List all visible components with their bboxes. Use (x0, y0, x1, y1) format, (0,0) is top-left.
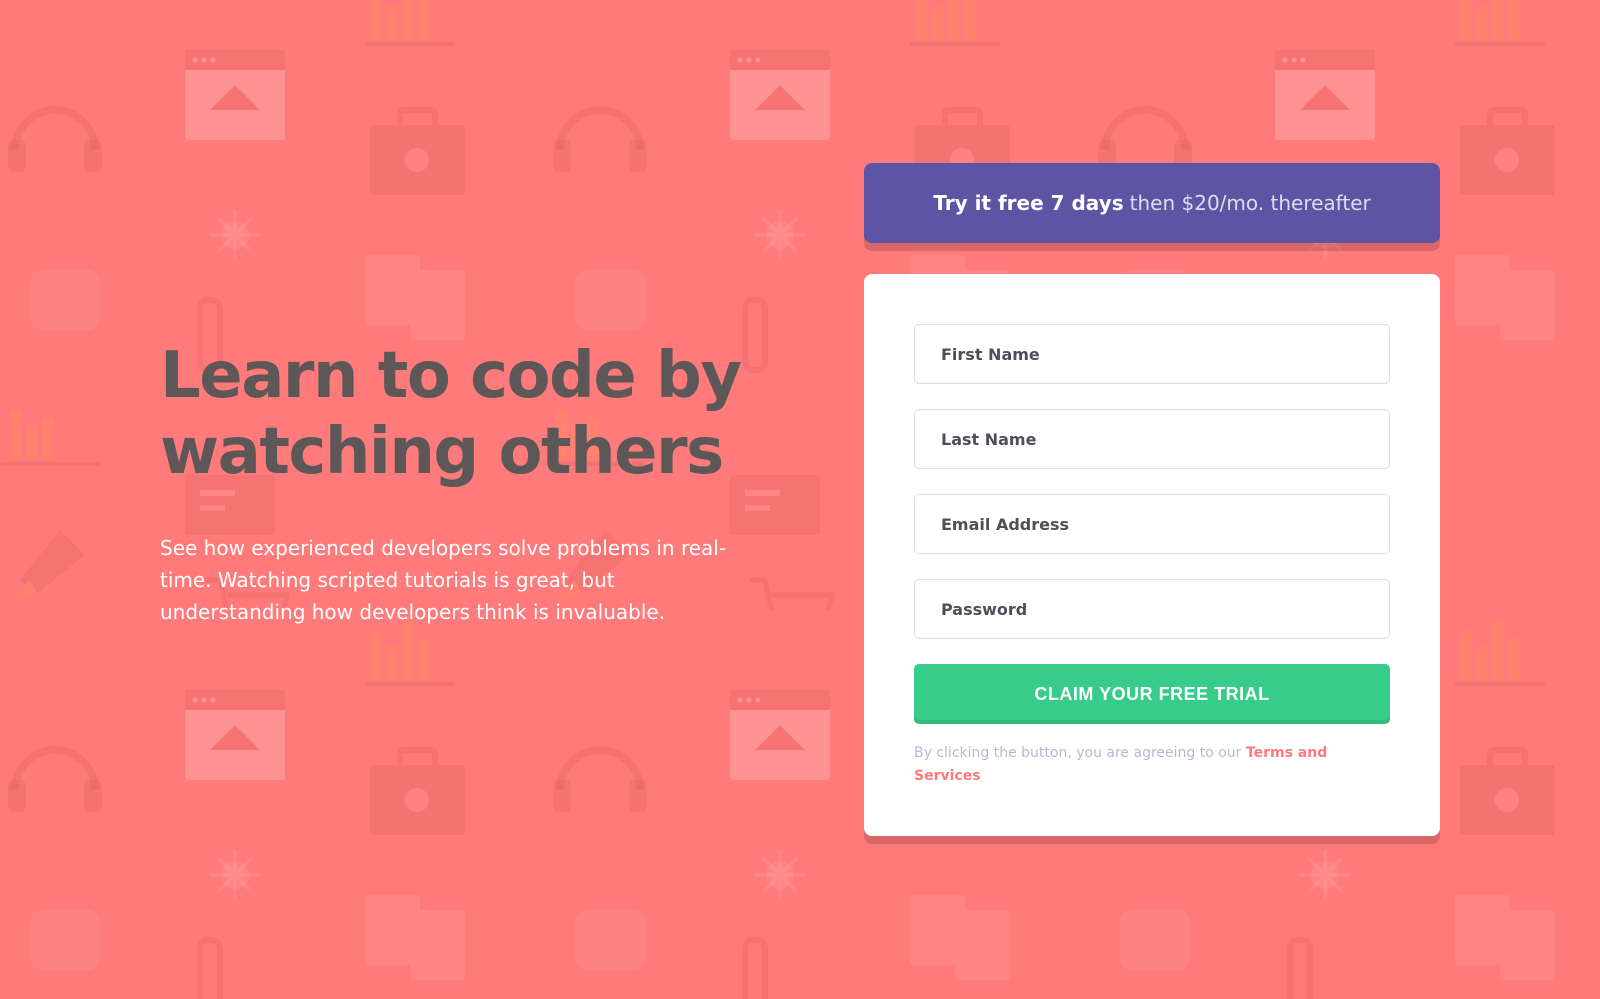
promo-bold-text: Try it free 7 days (933, 191, 1124, 215)
terms-prefix-text: By clicking the button, you are agreeing… (914, 745, 1246, 761)
claim-free-trial-button[interactable]: CLAIM YOUR FREE TRIAL (914, 664, 1390, 724)
password-input[interactable] (914, 579, 1390, 639)
last-name-input[interactable] (914, 409, 1390, 469)
signup-form: CLAIM YOUR FREE TRIAL By clicking the bu… (864, 274, 1440, 836)
hero-description: See how experienced developers solve pro… (160, 536, 727, 624)
first-name-input[interactable] (914, 324, 1390, 384)
hero-section: Learn to code by watching others See how… (160, 338, 750, 628)
terms-notice: By clicking the button, you are agreeing… (914, 742, 1390, 788)
hero-heading: Learn to code by watching others (160, 338, 750, 490)
trial-promo-banner: Try it free 7 days then $20/mo. thereaft… (864, 163, 1440, 243)
promo-price-text: then $20/mo. thereafter (1129, 191, 1371, 215)
hero-heading-line-1: Learn to code by (160, 339, 742, 413)
hero-heading-line-2: watching others (160, 415, 724, 489)
email-input[interactable] (914, 494, 1390, 554)
